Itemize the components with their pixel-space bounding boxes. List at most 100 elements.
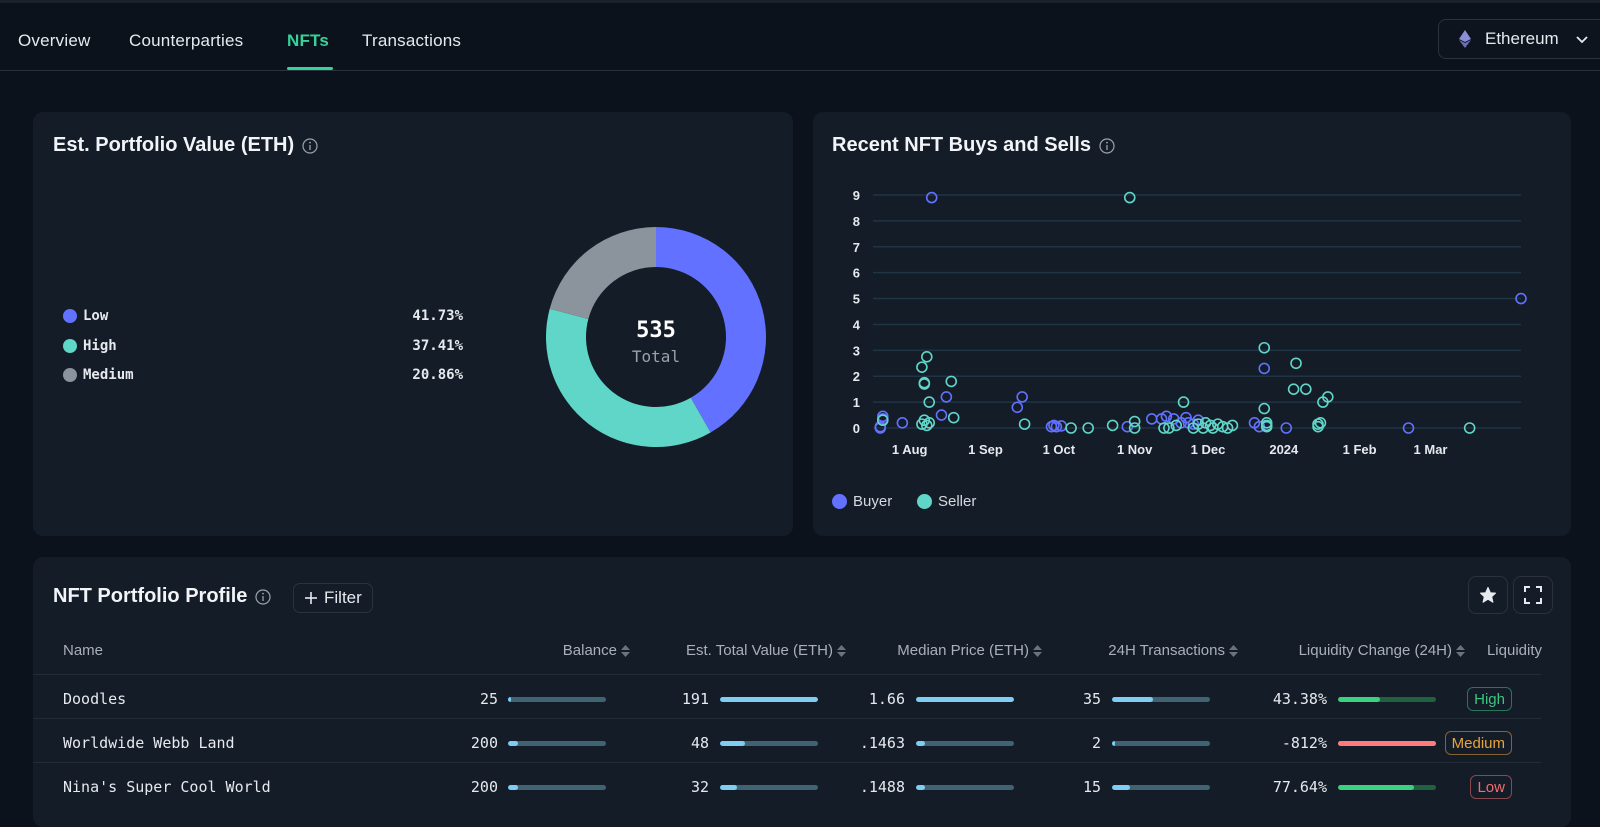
median-price-value: .1488 <box>859 778 905 796</box>
y-tick-label: 6 <box>853 266 860 281</box>
median-price-value: .1463 <box>859 734 905 752</box>
total-value-bar <box>720 785 818 790</box>
tab-transactions[interactable]: Transactions <box>362 31 461 51</box>
column-header-label: Name <box>63 642 104 659</box>
column-header-label: Liquidity <box>1486 642 1542 659</box>
column-header-median-price[interactable]: Median Price (ETH) <box>897 642 1042 659</box>
total-value-bar <box>720 741 818 746</box>
scatter-point-seller[interactable] <box>920 351 933 363</box>
ethereum-icon <box>1459 30 1471 48</box>
filter-button-label: Filter <box>324 588 362 607</box>
x-tick-label: 2024 <box>1269 442 1299 457</box>
scatter-point-seller[interactable] <box>1300 383 1312 395</box>
y-tick-label: 3 <box>853 343 860 358</box>
y-tick-label: 9 <box>853 188 860 203</box>
legend-item-buyer[interactable]: Buyer <box>832 493 892 510</box>
scatter-point-seller[interactable] <box>916 361 928 373</box>
donut-total-value: 535 <box>636 318 676 343</box>
info-icon[interactable] <box>302 137 318 154</box>
scatter-point-buyer[interactable] <box>940 391 953 403</box>
column-header-label: Balance <box>562 642 617 659</box>
liquidity-change-bar-fill <box>1338 697 1381 702</box>
column-header-label: 24H Transactions <box>1108 642 1225 659</box>
scatter-point-seller[interactable] <box>1287 383 1300 395</box>
sort-icon <box>1229 644 1238 657</box>
liquidity-change-bar-fill <box>1338 785 1415 790</box>
column-header-total-value[interactable]: Est. Total Value (ETH) <box>686 642 846 659</box>
total-value-bar-fill <box>720 741 745 746</box>
scatter-point-seller[interactable] <box>947 411 960 424</box>
scatter-point-buyer[interactable] <box>896 417 909 429</box>
y-tick-label: 1 <box>853 395 860 410</box>
legend-swatch-low <box>63 309 77 323</box>
liquidity-change-bar <box>1338 741 1436 746</box>
column-header-name[interactable]: Name <box>63 642 103 659</box>
chain-selector[interactable]: Ethereum <box>1438 19 1600 59</box>
legend-item-seller[interactable]: Seller <box>917 493 976 510</box>
filter-button[interactable]: Filter <box>293 583 373 613</box>
table-row[interactable]: Doodles 25 191 1.66 35 43.38% High <box>33 675 1541 719</box>
portfolio-value-title-text: Est. Portfolio Value (ETH) <box>53 134 295 156</box>
scatter-point-buyer[interactable] <box>1145 413 1158 425</box>
legend-label: Buyer <box>853 493 893 510</box>
legend-swatch-high <box>63 339 77 353</box>
legend-label: Low <box>83 308 109 324</box>
liquidity-change-bar-fill <box>1338 741 1436 746</box>
favorite-button[interactable] <box>1468 576 1508 614</box>
scatter-point-seller[interactable] <box>1258 341 1271 354</box>
legend-swatch-medium <box>63 368 77 382</box>
scatter-point-buyer[interactable] <box>935 409 948 421</box>
donut-slice-medium[interactable] <box>549 227 656 319</box>
balance-bar <box>508 785 606 790</box>
scatter-point-seller[interactable] <box>1258 402 1271 415</box>
legend-swatch-buyer <box>832 494 847 509</box>
table-row[interactable]: Worldwide Webb Land 200 48 .1463 2 -812% Mediu… <box>33 719 1541 763</box>
legend-percentage: 20.86% <box>412 367 463 383</box>
info-icon[interactable] <box>1099 137 1115 154</box>
y-tick-label: 8 <box>853 214 860 229</box>
median-price-bar-fill <box>916 785 925 790</box>
collection-name: Doodles <box>63 690 127 708</box>
scatter-point-seller[interactable] <box>1290 357 1302 370</box>
liquidity-change-bar <box>1338 785 1436 790</box>
portfolio-value-card: Est. Portfolio Value (ETH) Low 41.73% Hi… <box>33 112 793 536</box>
y-tick-label: 4 <box>853 317 861 332</box>
fullscreen-button[interactable] <box>1513 576 1553 614</box>
plus-icon <box>305 592 317 604</box>
star-icon <box>1479 586 1497 603</box>
tab-nfts[interactable]: NFTs <box>287 31 329 51</box>
buys-sells-scatter-chart: 0 1 2 3 4 5 6 7 8 9 1 Aug 1 Sep 1 Oct 1 Nov 1 Dec 2024 1… <box>853 188 1527 457</box>
legend-percentage: 41.73% <box>412 308 463 324</box>
table-row[interactable]: Nina's Super Cool World 200 32 .1488 15 77.64… <box>33 763 1541 807</box>
scatter-point-buyer[interactable] <box>1016 391 1028 403</box>
total-value: 191 <box>681 690 709 708</box>
column-header-liquidity-change[interactable]: Liquidity Change (24H) <box>1299 642 1465 659</box>
tab-counterparties[interactable]: Counterparties <box>129 31 243 51</box>
column-header-label: Est. Total Value (ETH) <box>686 642 833 659</box>
scatter-point-seller[interactable] <box>1106 419 1119 432</box>
liquidity-badge: Low <box>1470 775 1512 799</box>
nft-portfolio-profile-title-text: NFT Portfolio Profile <box>53 585 248 607</box>
legend-swatch-seller <box>917 494 932 509</box>
legend-label: Medium <box>83 367 134 383</box>
scatter-point-seller[interactable] <box>945 375 958 388</box>
x-tick-label: 1 Aug <box>892 442 928 457</box>
scatter-point-buyer[interactable] <box>1258 362 1271 375</box>
legend-item-low: Low 41.73% <box>63 304 463 328</box>
tab-overview[interactable]: Overview <box>18 31 90 51</box>
nft-portfolio-profile-card: NFT Portfolio Profile Filter Name Balanc… <box>33 557 1571 827</box>
24h-transactions-value: 35 <box>1082 690 1101 708</box>
info-icon[interactable] <box>255 588 272 605</box>
y-tick-label: 5 <box>853 292 860 307</box>
column-header-label: Median Price (ETH) <box>897 642 1029 659</box>
column-header-balance[interactable]: Balance <box>563 642 630 659</box>
liquidity-badge: Medium <box>1444 731 1512 755</box>
column-header-24h-transactions[interactable]: 24H Transactions <box>1108 642 1238 659</box>
liquidity-badge: High <box>1467 687 1512 711</box>
balance-bar-fill <box>508 785 518 790</box>
scatter-point-buyer[interactable] <box>925 191 938 204</box>
scatter-point-seller[interactable] <box>1123 191 1136 204</box>
expand-icon <box>1524 586 1542 604</box>
sort-icon <box>1033 644 1042 657</box>
scatter-point-buyer[interactable] <box>1011 401 1024 414</box>
